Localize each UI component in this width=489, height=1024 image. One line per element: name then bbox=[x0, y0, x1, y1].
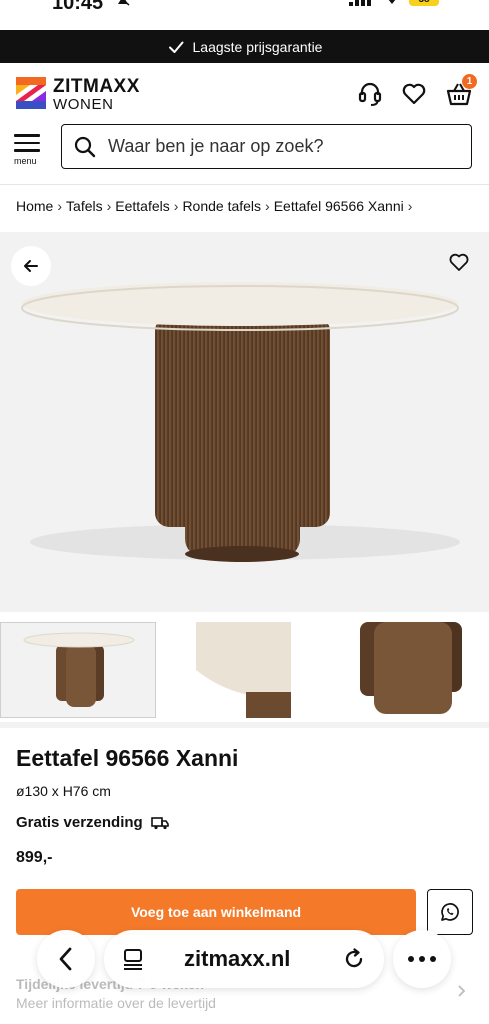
browser-address-bar[interactable]: zitmaxx.nl bbox=[104, 930, 384, 988]
breadcrumb-separator: › bbox=[407, 198, 413, 214]
breadcrumb-separator: › bbox=[106, 198, 112, 214]
product-price: 899,- bbox=[16, 849, 53, 866]
breadcrumb-separator: › bbox=[57, 198, 63, 214]
thumbnail-2[interactable] bbox=[166, 622, 322, 718]
product-image-gallery[interactable] bbox=[0, 232, 489, 612]
shipping-label: Gratis verzending bbox=[16, 814, 143, 831]
cart-count-badge: 1 bbox=[462, 74, 477, 89]
thumbnail-full-table bbox=[23, 632, 135, 707]
thumbnail-tabletop-detail bbox=[166, 622, 322, 718]
battery-indicator: 58 bbox=[409, 0, 439, 6]
silent-bell-icon bbox=[118, 0, 130, 6]
product-title: Eettafel 96566 Xanni bbox=[16, 745, 239, 771]
product-dimensions: ø130 x H76 cm bbox=[16, 783, 111, 799]
hamburger-icon bbox=[14, 134, 44, 152]
thumbnail-base-detail bbox=[332, 622, 488, 718]
favorite-heart-icon[interactable] bbox=[448, 251, 470, 273]
delivery-link: Meer informatie over de levertijd bbox=[16, 995, 216, 1011]
breadcrumb-current[interactable]: Eettafel 96566 Xanni bbox=[274, 198, 404, 214]
breadcrumb-eettafels[interactable]: Eettafels bbox=[115, 198, 169, 214]
breadcrumb-separator: › bbox=[173, 198, 179, 214]
browser-url: zitmaxx.nl bbox=[184, 946, 291, 971]
search-bar[interactable] bbox=[61, 124, 472, 169]
gallery-bottom-strip bbox=[0, 722, 489, 728]
shipping-info: Gratis verzending bbox=[16, 814, 169, 831]
promo-text: Laagste prijsgarantie bbox=[192, 38, 323, 55]
status-bar: 10:45 58 bbox=[0, 0, 489, 30]
breadcrumb-separator: › bbox=[265, 198, 270, 214]
thumbnail-3[interactable] bbox=[332, 622, 488, 718]
site-header: ZITMAXX WONEN 1 bbox=[0, 63, 489, 123]
status-time: 10:45 bbox=[52, 0, 104, 14]
reader-tabs-icon[interactable] bbox=[122, 948, 144, 970]
chevron-left-icon bbox=[59, 947, 72, 971]
battery-level: 58 bbox=[418, 0, 429, 5]
product-main-image bbox=[21, 282, 460, 562]
browser-more-button[interactable] bbox=[393, 930, 451, 988]
search-input[interactable] bbox=[108, 136, 448, 157]
back-button[interactable] bbox=[11, 246, 51, 286]
breadcrumb: Home › Tafels › Eettafels › Ronde tafels… bbox=[16, 198, 412, 214]
browser-toolbar: zitmaxx.nl bbox=[0, 924, 489, 994]
zitmaxx-logo[interactable] bbox=[16, 77, 46, 109]
brand-subtitle: WONEN bbox=[53, 96, 114, 113]
whatsapp-icon bbox=[441, 903, 459, 921]
menu-label: menu bbox=[14, 155, 37, 166]
customer-support-icon[interactable] bbox=[357, 81, 383, 107]
wishlist-heart-icon[interactable] bbox=[401, 81, 427, 107]
more-dots-icon bbox=[408, 956, 436, 962]
brand-name: ZITMAXX bbox=[53, 76, 140, 97]
header-divider bbox=[0, 184, 489, 185]
signal-icon bbox=[349, 0, 371, 6]
menu-button[interactable]: menu bbox=[14, 134, 44, 168]
breadcrumb-home[interactable]: Home bbox=[16, 198, 53, 214]
arrow-left-icon bbox=[24, 260, 38, 272]
browser-back-button[interactable] bbox=[37, 930, 95, 988]
thumbnail-strip bbox=[0, 622, 489, 720]
wifi-icon bbox=[388, 0, 396, 4]
breadcrumb-tafels[interactable]: Tafels bbox=[66, 198, 103, 214]
product-page: 10:45 58 Laagste prijsgarantie ZITMAXX W… bbox=[0, 0, 489, 1024]
checkmark-icon bbox=[168, 41, 183, 53]
truck-icon bbox=[150, 816, 169, 829]
thumbnail-1[interactable] bbox=[0, 622, 156, 718]
search-icon bbox=[74, 136, 96, 157]
breadcrumb-ronde-tafels[interactable]: Ronde tafels bbox=[182, 198, 261, 214]
promo-bar: Laagste prijsgarantie bbox=[0, 30, 489, 63]
reload-icon[interactable] bbox=[342, 947, 366, 971]
